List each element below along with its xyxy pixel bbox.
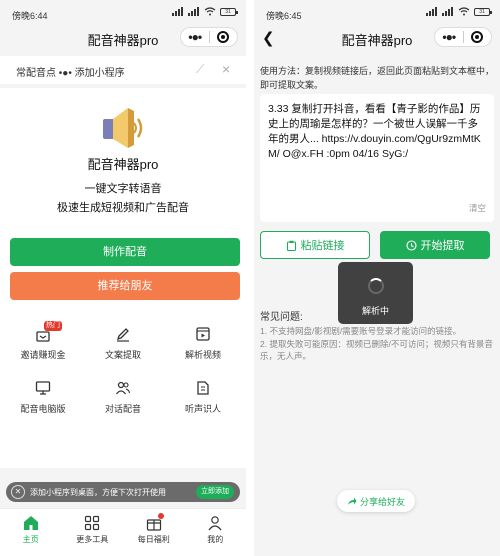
monitor-icon: [35, 381, 51, 395]
wifi-icon: [204, 7, 216, 16]
toast-text: 添加小程序到桌面，方便下次打开使用: [30, 488, 166, 497]
miniprogram-capsule: •●•: [180, 27, 238, 47]
hot-badge: 热门: [44, 321, 62, 331]
tab-more-tools[interactable]: 更多工具: [62, 509, 124, 556]
target-icon: [471, 31, 484, 43]
recommend-friend-button[interactable]: 推荐给朋友: [10, 272, 240, 300]
feature-dialogue-dubbing[interactable]: 对话配音: [88, 380, 158, 420]
link-textarea[interactable]: 3.33 复制打开抖音，看看【青子影的作品】历史上的周瑜是怎样的？一个被世人误解…: [260, 94, 494, 222]
more-menu-icon[interactable]: •●•: [181, 30, 209, 44]
tab-home[interactable]: 主页: [0, 509, 62, 556]
feature-label: 邀请赚现金: [20, 350, 66, 360]
signal-icon: [172, 7, 184, 16]
tab-label: 更多工具: [76, 535, 109, 544]
spinner-icon: [368, 278, 384, 294]
faq-item: 2. 提取失败可能原因：视频已删除/不可访问；视频只有背景音乐，无人声。: [260, 339, 493, 361]
bottom-tab-bar: 主页 更多工具 每日福利 我的: [0, 508, 246, 556]
grid-icon: [85, 515, 100, 531]
add-now-button[interactable]: 立即添加: [196, 485, 234, 499]
clock-icon: [405, 239, 417, 251]
tab-label: 主页: [22, 535, 39, 544]
clipboard-icon: [286, 240, 296, 251]
right-phone-screen: 傍晚6:45 31 ❮ 配音神器pro •●• 使用方法：复制视频链接后，返回此…: [254, 0, 500, 556]
add-to-desktop-toast: ✕ 添加小程序到桌面，方便下次打开使用 立即添加: [6, 482, 240, 502]
slogan-primary: 一键文字转语音: [84, 183, 162, 195]
battery-icon: 31: [474, 7, 492, 16]
target-icon: [217, 31, 230, 43]
wifi-icon: [458, 7, 470, 16]
user-icon: [208, 516, 222, 531]
start-extract-label: 开始提取: [420, 240, 465, 252]
left-phone-screen: 傍晚6:44 31 配音神器pro •●• 常配音点 •●• 添加小程序 ⟋ ×…: [0, 0, 246, 556]
signal-icon: [442, 7, 454, 16]
paste-link-button[interactable]: 粘贴链接: [260, 231, 370, 259]
feature-parse-video[interactable]: 解析视频: [168, 326, 238, 366]
clear-button[interactable]: 清空: [469, 202, 486, 214]
feature-label: 对话配音: [104, 404, 141, 414]
video-icon: [196, 327, 210, 341]
document-icon: [197, 381, 209, 395]
paste-link-label: 粘贴链接: [300, 240, 345, 252]
main-card: 配音神器pro 一键文字转语音 极速生成短视频和广告配音 制作配音 推荐给朋友 …: [0, 88, 246, 468]
status-bar: 傍晚6:44 31: [0, 0, 246, 26]
start-extract-button[interactable]: 开始提取: [380, 231, 490, 259]
users-icon: [115, 381, 131, 395]
loading-toast: 解析中: [338, 262, 413, 324]
home-icon: [23, 516, 38, 530]
tab-daily-welfare[interactable]: 每日福利: [123, 509, 185, 556]
signal-icon: [426, 7, 438, 16]
app-name: 配音神器pro: [87, 157, 159, 172]
close-icon[interactable]: ✕: [11, 485, 25, 499]
signal-icon: [188, 7, 200, 16]
share-icon: [347, 497, 357, 505]
feature-label: 听声识人: [184, 404, 221, 414]
usage-instructions: 使用方法：复制视频链接后，返回此页面粘贴到文本框中，即可提取文案。: [260, 66, 495, 90]
make-dubbing-button[interactable]: 制作配音: [10, 238, 240, 266]
status-time: 傍晚6:45: [266, 11, 302, 21]
tip-text: 常配音点 •●• 添加小程序: [16, 68, 125, 79]
pen-icon: [116, 328, 129, 342]
feature-extract-copy[interactable]: 文案提取: [88, 326, 158, 366]
faq-title: 常见问题:: [260, 312, 303, 323]
feature-label: 文案提取: [104, 350, 141, 360]
feature-label: 配音电脑版: [20, 404, 66, 414]
speaker-logo-icon: [103, 108, 143, 148]
sparkle-icon: ⟋: [196, 62, 205, 76]
status-bar: 傍晚6:45 31: [254, 0, 500, 26]
feature-voice-recognition[interactable]: 听声识人: [168, 380, 238, 420]
tab-label: 每日福利: [137, 535, 170, 544]
more-menu-icon[interactable]: •●•: [435, 30, 463, 44]
status-icons: 31: [172, 7, 238, 16]
link-text[interactable]: 3.33 复制打开抖音，看看【青子影的作品】历史上的周瑜是怎样的？一个被世人误解…: [268, 102, 486, 162]
tab-mine[interactable]: 我的: [185, 509, 247, 556]
slogan-secondary: 极速生成短视频和广告配音: [57, 202, 189, 214]
feature-label: 解析视频: [184, 350, 221, 360]
feature-invite-cash[interactable]: 热门 邀请赚现金: [8, 321, 78, 366]
close-miniprogram-button[interactable]: [210, 31, 238, 43]
miniprogram-capsule: •●•: [434, 27, 492, 47]
battery-icon: 31: [220, 7, 238, 16]
faq-item: 1. 不支持网盘/影视剧/需要账号登录才能访问的链接。: [260, 326, 462, 336]
add-miniprogram-tip: 常配音点 •●• 添加小程序 ⟋ ×: [0, 56, 246, 84]
tab-label: 我的: [207, 535, 224, 544]
close-miniprogram-button[interactable]: [464, 31, 492, 43]
share-friend-label: 分享给好友: [359, 496, 405, 507]
navigation-bar: 配音神器pro •●•: [0, 26, 246, 50]
notification-dot: [157, 513, 164, 519]
feature-desktop-version[interactable]: 配音电脑版: [8, 380, 78, 420]
status-time: 傍晚6:44: [12, 11, 48, 21]
navigation-bar: ❮ 配音神器pro •●•: [254, 26, 500, 50]
share-friend-button[interactable]: 分享给好友: [337, 490, 415, 512]
loading-text: 解析中: [361, 306, 389, 316]
status-icons: 31: [426, 7, 492, 16]
close-icon[interactable]: ×: [222, 61, 230, 77]
